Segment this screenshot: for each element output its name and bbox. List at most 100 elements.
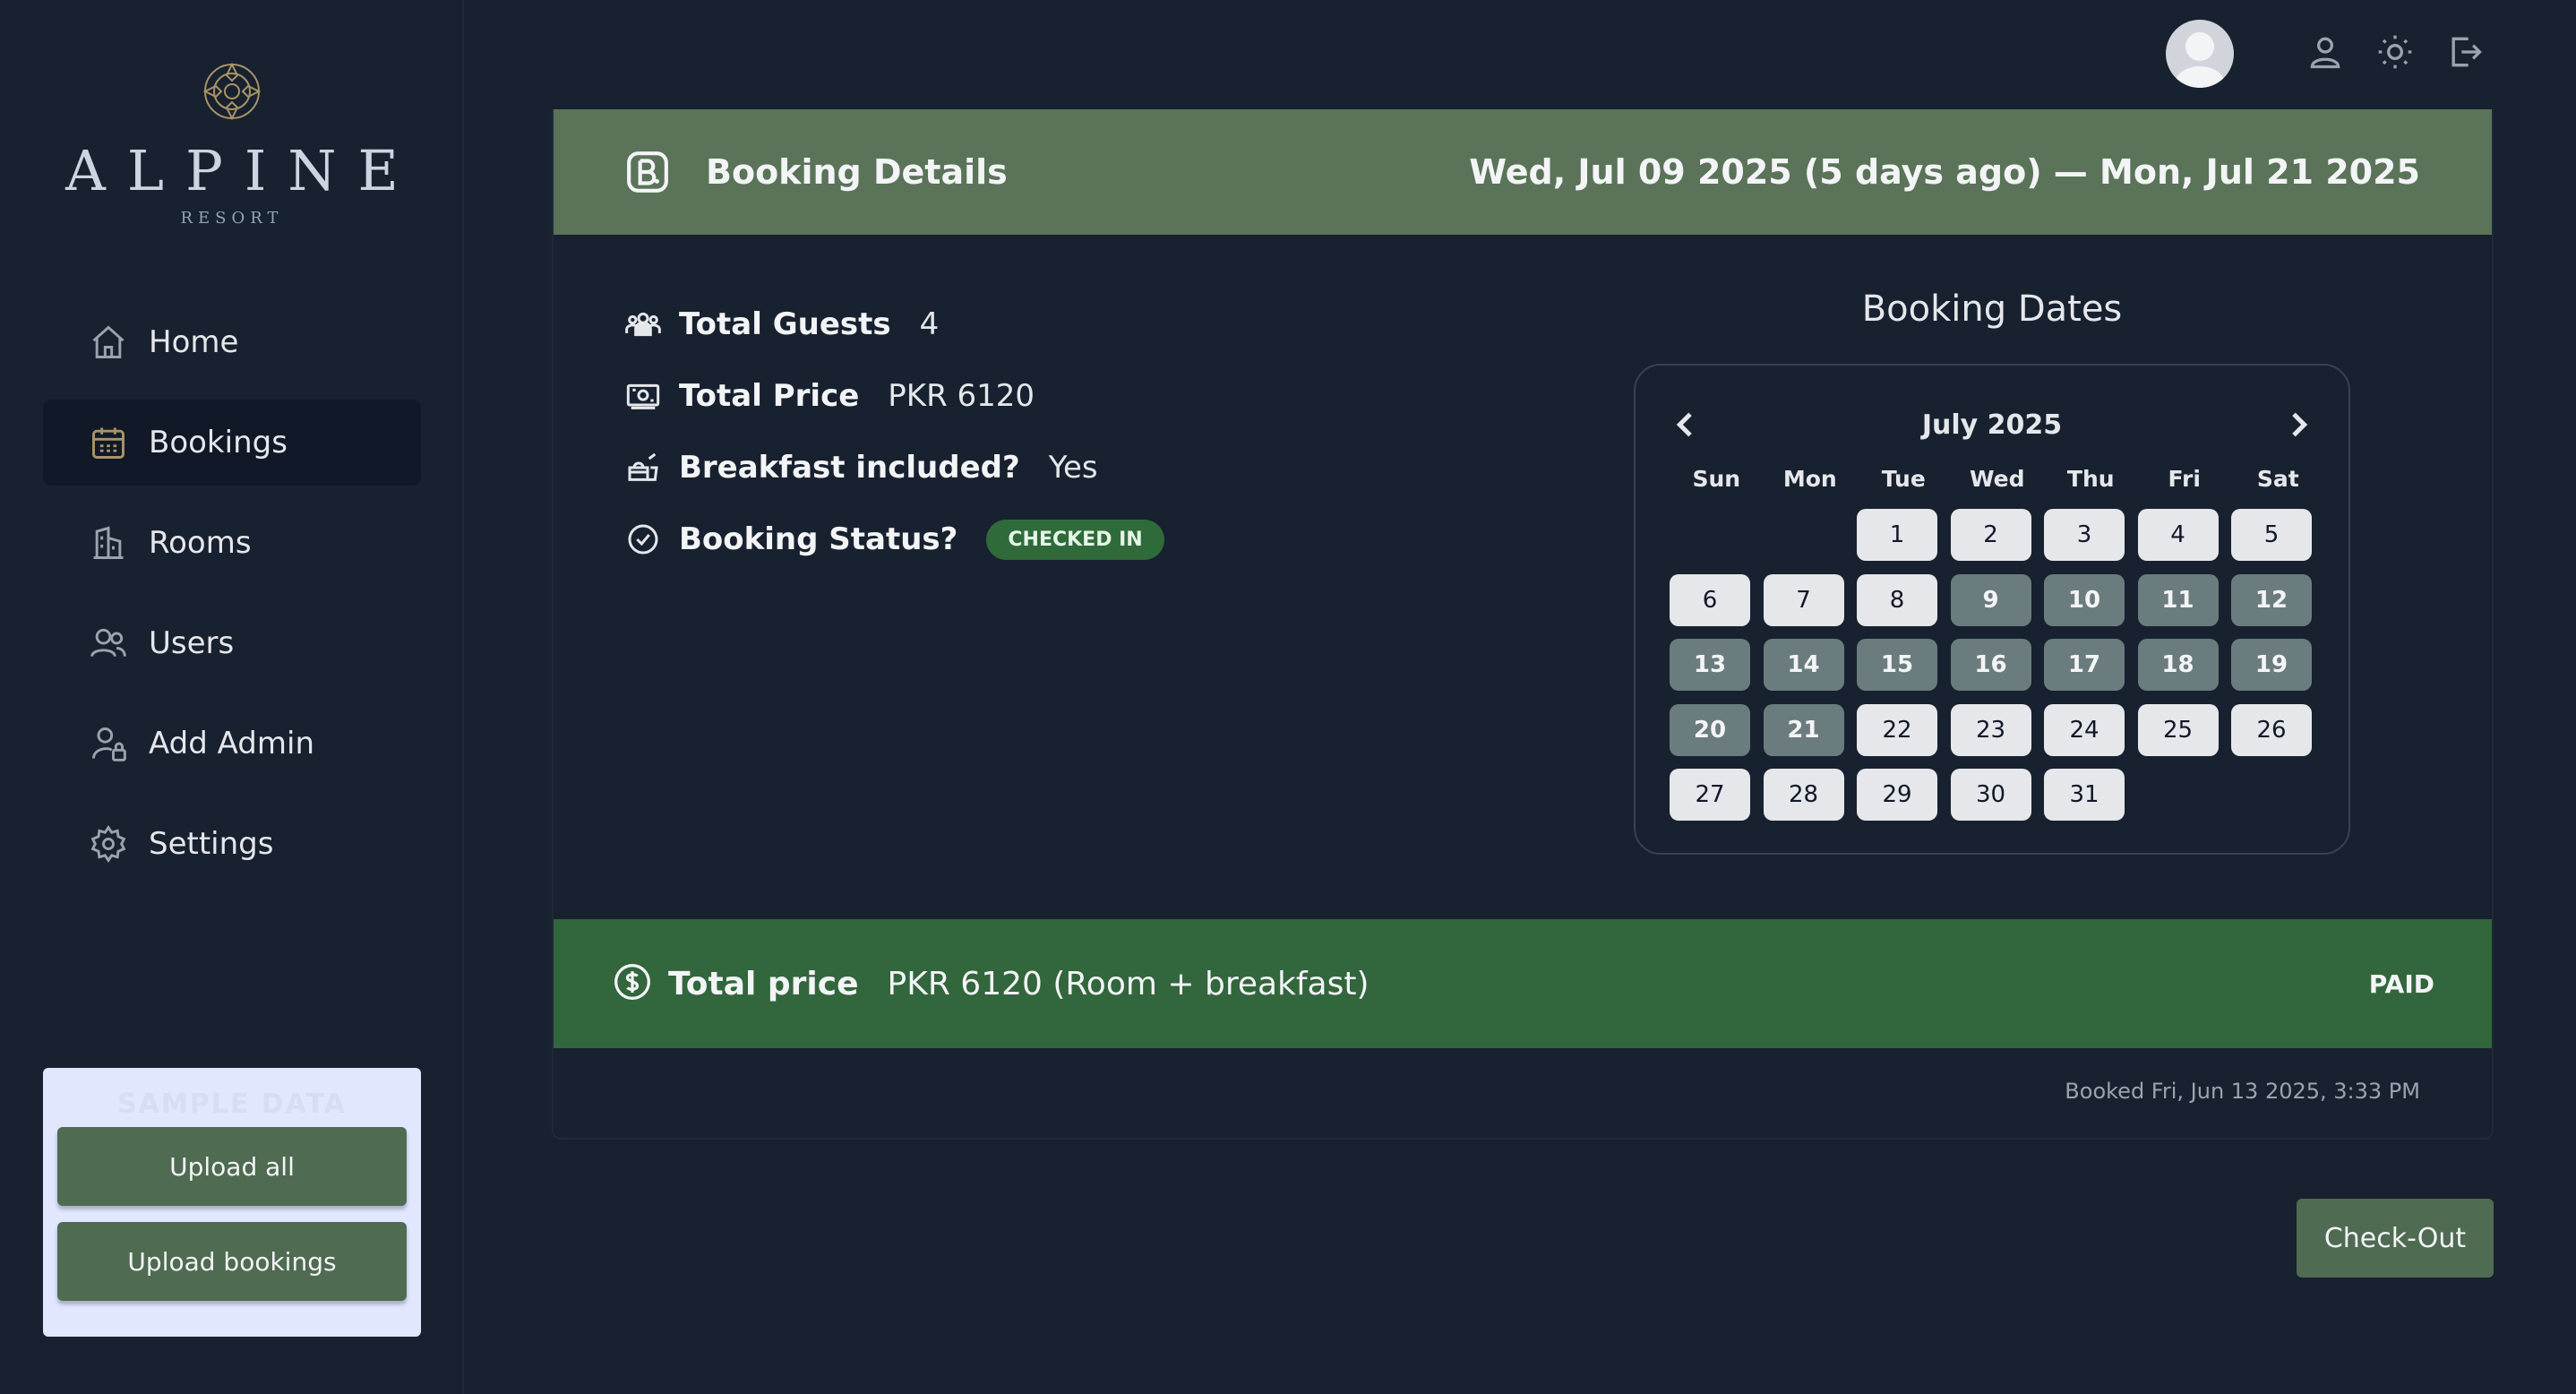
breakfast-label: Breakfast included?	[679, 450, 1020, 486]
total-guests-row: Total Guests 4	[625, 288, 1164, 360]
calendar-empty-cell	[1670, 509, 1750, 561]
calendar-empty-cell	[1764, 509, 1844, 561]
weekday-label: Sat	[2256, 466, 2299, 492]
sidebar-item-label: Users	[149, 625, 235, 661]
sample-data-panel: SAMPLE DATA Upload all Upload bookings	[43, 1068, 421, 1337]
total-price-bar-label: Total price	[668, 965, 859, 1002]
calendar-day[interactable]: 19	[2231, 639, 2312, 691]
sidebar-item-home[interactable]: Home	[43, 299, 421, 385]
calendar-day[interactable]: 14	[1763, 639, 1844, 691]
calendar-day[interactable]: 4	[2137, 509, 2219, 561]
calendar-day[interactable]: 17	[2044, 639, 2125, 691]
booking-title: Booking Details	[706, 152, 1008, 192]
avatar[interactable]	[2166, 20, 2234, 88]
weekday-label: Tue	[1881, 466, 1926, 492]
gear-icon	[88, 823, 129, 865]
calendar-day[interactable]: 5	[2231, 509, 2312, 561]
booking-card: Booking Details Wed, Jul 09 2025 (5 days…	[552, 109, 2494, 1140]
calendar-day[interactable]: 25	[2137, 703, 2219, 756]
dollar-circle-icon	[613, 962, 652, 1005]
check-out-button[interactable]: Check-Out	[2297, 1199, 2494, 1278]
booked-timestamp: Booked Fri, Jun 13 2025, 3:33 PM	[2065, 1079, 2420, 1104]
total-guests-value: 4	[919, 306, 940, 342]
calendar-day[interactable]: 28	[1763, 769, 1844, 821]
weekday-label: Wed	[1969, 466, 2025, 492]
guests-icon	[625, 305, 663, 343]
top-header	[466, 0, 2576, 109]
weekday-label: Fri	[2168, 466, 2201, 492]
sidebar-item-label: Rooms	[149, 525, 252, 561]
sidebar-item-rooms[interactable]: Rooms	[43, 500, 421, 586]
users-icon	[88, 623, 129, 664]
sidebar-item-bookings[interactable]: Bookings	[43, 400, 421, 486]
weekday-label: Mon	[1782, 466, 1837, 492]
calendar-day[interactable]: 16	[1950, 639, 2031, 691]
total-price-row: Total Price PKR 6120	[625, 360, 1164, 432]
cash-icon	[625, 377, 663, 415]
booking-date-range: Wed, Jul 09 2025 (5 days ago) — Mon, Jul…	[1469, 152, 2420, 192]
weekday-label: Thu	[2066, 466, 2115, 492]
booking-b-icon	[627, 151, 668, 193]
calendar-day[interactable]: 30	[1950, 769, 2031, 821]
payment-status: PAID	[2368, 968, 2434, 999]
sun-icon[interactable]	[2375, 32, 2418, 75]
logout-icon[interactable]	[2445, 32, 2488, 75]
calendar-day[interactable]: 26	[2231, 703, 2312, 756]
calendar-day[interactable]: 11	[2137, 573, 2219, 626]
breakfast-value: Yes	[1048, 450, 1098, 486]
calendar-day[interactable]: 21	[1763, 703, 1844, 756]
calendar-day[interactable]: 2	[1950, 509, 2031, 561]
breakfast-row: Breakfast included? Yes	[625, 432, 1164, 503]
sidebar-item-settings[interactable]: Settings	[43, 801, 421, 887]
weekday-label: Sun	[1692, 466, 1741, 492]
calendar-icon	[88, 422, 129, 463]
total-price-value: PKR 6120	[888, 378, 1035, 414]
sidebar-item-users[interactable]: Users	[43, 600, 421, 686]
building-icon	[88, 522, 129, 564]
calendar-day[interactable]: 22	[1857, 703, 1937, 756]
calendar-day[interactable]: 20	[1670, 703, 1750, 756]
home-icon	[88, 322, 129, 363]
calendar-month: July 2025	[1921, 409, 2063, 441]
sidebar-item-label: Bookings	[149, 425, 288, 460]
upload-all-button[interactable]: Upload all	[57, 1127, 407, 1206]
check-circle-icon	[625, 521, 663, 558]
chevron-right-icon[interactable]	[2280, 407, 2316, 443]
calendar-day[interactable]: 12	[2231, 573, 2312, 626]
breakfast-icon	[625, 449, 663, 486]
total-price-bar-value: PKR 6120 (Room + breakfast)	[887, 965, 1370, 1002]
booking-status-label: Booking Status?	[679, 521, 958, 557]
sidebar-item-label: Home	[149, 324, 239, 360]
sidebar-item-label: Add Admin	[149, 726, 314, 762]
total-price-bar: Total price PKR 6120 (Room + breakfast) …	[554, 919, 2492, 1048]
logo: ALPINE RESORT	[0, 54, 464, 228]
alpine-emblem-icon	[202, 62, 262, 121]
total-guests-label: Total Guests	[679, 306, 891, 342]
calendar-days: 1 2 3 4 5 6 7 8 9 10 11 12 13 14 15 16 17 18 19 20 21 22 23 24 2…	[1670, 509, 2325, 834]
booking-status-row: Booking Status? CHECKED IN	[625, 503, 1164, 575]
user-icon[interactable]	[2306, 32, 2348, 75]
weekday-header: Sun Mon Tue Wed Thu Fri Sat	[1670, 466, 2325, 492]
calendar-day[interactable]: 23	[1950, 703, 2031, 756]
calendar-day[interactable]: 29	[1857, 769, 1937, 821]
calendar-day[interactable]: 7	[1763, 573, 1844, 626]
calendar-day[interactable]: 31	[2044, 769, 2125, 821]
sidebar: ALPINE RESORT Home Bookings Rooms Users …	[0, 0, 464, 1394]
calendar-day[interactable]: 27	[1670, 769, 1750, 821]
calendar-day[interactable]: 13	[1670, 639, 1750, 691]
calendar-day[interactable]: 6	[1670, 573, 1750, 626]
calendar-day[interactable]: 10	[2044, 573, 2125, 626]
calendar-day[interactable]: 1	[1857, 509, 1937, 561]
calendar-day[interactable]: 8	[1857, 573, 1937, 626]
calendar-day[interactable]: 15	[1857, 639, 1937, 691]
calendar-day[interactable]: 9	[1950, 573, 2031, 626]
calendar-day[interactable]: 24	[2044, 703, 2125, 756]
brand-subtitle: RESORT	[180, 209, 284, 228]
calendar-day[interactable]: 18	[2137, 639, 2219, 691]
total-price-label: Total Price	[679, 378, 860, 414]
sidebar-item-add-admin[interactable]: Add Admin	[43, 701, 421, 787]
user-lock-icon	[88, 723, 129, 764]
upload-bookings-button[interactable]: Upload bookings	[57, 1222, 407, 1301]
chevron-left-icon[interactable]	[1668, 407, 1704, 443]
calendar-day[interactable]: 3	[2044, 509, 2125, 561]
